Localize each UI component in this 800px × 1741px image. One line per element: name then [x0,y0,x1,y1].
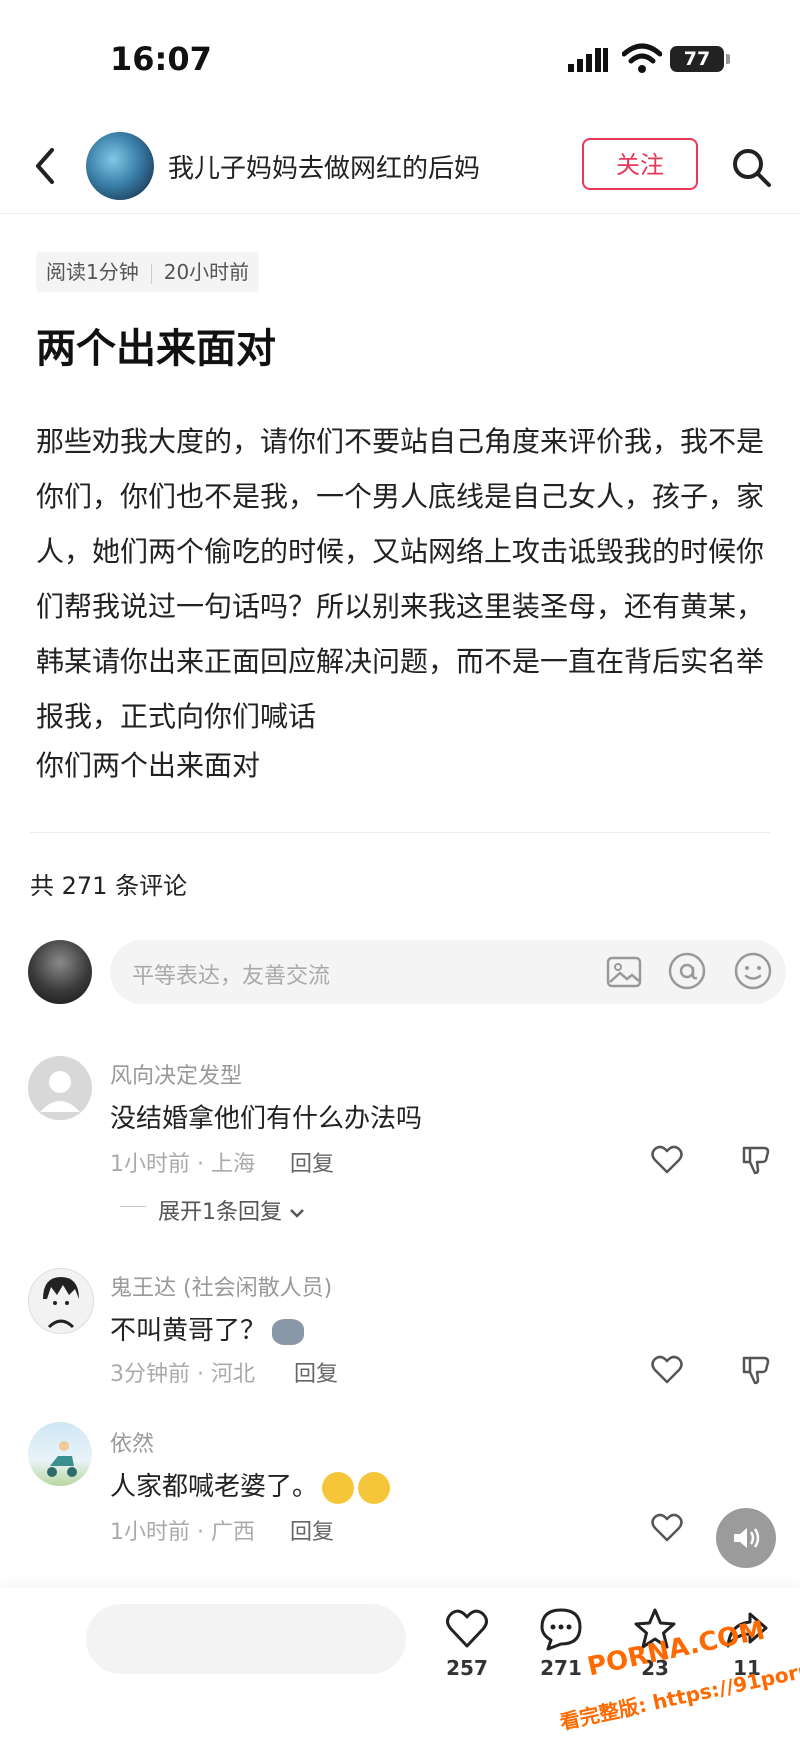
heart-icon[interactable] [650,1354,684,1386]
comment-text: 人家都喊老婆了。 [110,1466,391,1504]
comment-icon[interactable] [538,1606,584,1652]
search-icon[interactable] [730,146,772,188]
status-time: 16:07 [110,40,212,78]
comment-time-location: 3分钟前 · 河北 [110,1362,255,1387]
expand-replies-label[interactable]: 展开1条回复 [158,1200,282,1225]
reply-button[interactable]: 回复 [290,1514,334,1546]
article-body-2: 你们两个出来面对 [36,749,261,782]
default-avatar-icon [40,1071,80,1112]
dislike-icon[interactable] [740,1354,772,1386]
scooter-avatar-icon [47,1441,77,1477]
meta-separator [150,263,152,284]
comment-avatar[interactable] [28,1268,94,1334]
comment-avatar[interactable] [28,1056,92,1120]
at-icon[interactable] [666,950,708,992]
laugh-cry-emoji-icon [358,1471,391,1504]
comment-author[interactable]: 依然 [110,1426,154,1458]
chevron-down-icon [290,1209,304,1218]
sound-button[interactable] [716,1508,776,1568]
sound-icon [734,1528,760,1548]
comment-author[interactable]: 鬼王达 (社会闲散人员) [110,1270,332,1302]
heart-icon[interactable] [650,1512,684,1544]
emoji-icon[interactable] [732,950,774,992]
battery-indicator: 77 [670,46,724,72]
article-meta: 阅读1分钟 20小时前 [36,252,260,292]
article-title: 两个出来面对 [36,326,276,372]
laugh-cry-emoji-icon [322,1471,355,1504]
anime-avatar-icon [43,1277,79,1329]
dog-emoji-icon [272,1318,305,1345]
header-divider [0,213,800,214]
heart-icon[interactable] [650,1144,684,1176]
my-avatar [28,940,92,1004]
article-body: 那些劝我大度的，请你们不要站自己角度来评价我，我不是你们，你们也不是我，一个男人… [36,425,765,733]
read-time: 阅读1分钟 [46,260,139,284]
heart-icon[interactable] [444,1606,490,1652]
author-avatar[interactable] [86,132,154,200]
reply-button[interactable]: 回复 [290,1146,334,1178]
author-name[interactable]: 我儿子妈妈去做网红的后妈 [168,148,480,185]
posted-time: 20小时前 [163,260,250,284]
expand-replies[interactable]: 展开1条回复 [158,1194,305,1226]
comment-text: 没结婚拿他们有什么办法吗 [110,1104,423,1134]
comment-text: 不叫黄哥了？ [110,1310,305,1347]
comment-author[interactable]: 风向决定发型 [110,1058,242,1090]
battery-tip [726,54,730,64]
comment-input-placeholder[interactable]: 平等表达，友善交流 [132,958,330,990]
wifi-icon [622,43,662,73]
follow-button[interactable]: 关注 [582,138,698,190]
bottom-comment-input[interactable] [86,1604,406,1674]
dislike-icon[interactable] [740,1144,772,1176]
article-divider [30,832,770,833]
comment-time-location: 1小时前 · 广西 [110,1520,255,1545]
reply-button[interactable]: 回复 [294,1356,338,1388]
signal-icon [568,48,608,72]
comment-text-content: 不叫黄哥了？ [110,1316,267,1346]
comment-text-content: 人家都喊老婆了。 [110,1472,319,1502]
expand-line [120,1206,146,1207]
back-icon[interactable] [30,146,60,186]
comment-time-location: 1小时前 · 上海 [110,1152,255,1177]
comment-avatar[interactable] [28,1422,92,1486]
image-icon[interactable] [604,952,644,992]
comment-count: 共 271 条评论 [30,872,188,900]
like-count: 257 [446,1656,488,1680]
